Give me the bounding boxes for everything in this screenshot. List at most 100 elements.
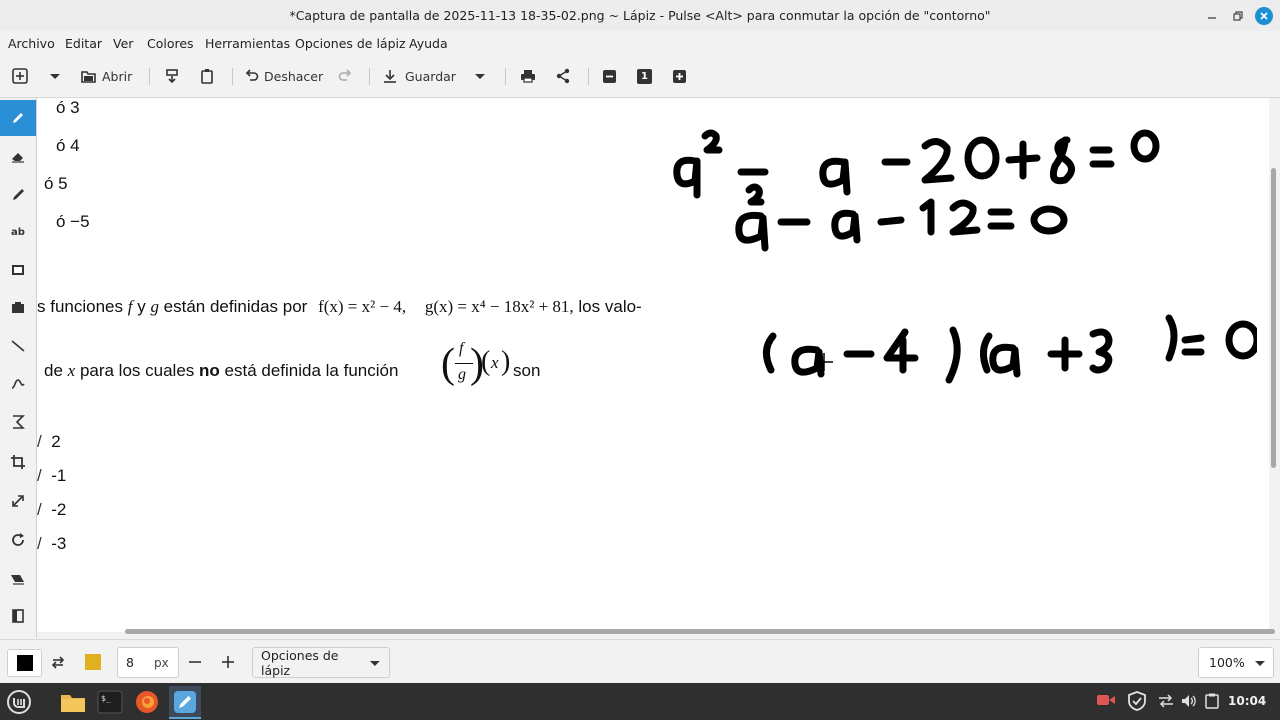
text-tool[interactable]: ab (0, 214, 36, 250)
menu-herramientas[interactable]: Herramientas (205, 36, 290, 51)
minimize-button[interactable] (1202, 6, 1222, 26)
close-button[interactable] (1255, 7, 1273, 25)
zoom-reset-button[interactable]: 1 (637, 65, 652, 87)
filters-tool[interactable] (0, 560, 36, 596)
chevron-down-icon (370, 660, 381, 666)
toolbar-separator (232, 68, 233, 85)
title-bar: *Captura de pantalla de 2025-11-13 18-35… (0, 0, 1280, 31)
secondary-color-button[interactable] (76, 649, 109, 675)
option-item: ó 5 (44, 174, 68, 193)
import-button[interactable] (164, 65, 180, 87)
open-label: Abrir (102, 68, 133, 84)
fraction-f-over-g: ( f g ) ( x ) (441, 340, 511, 387)
window-title: *Captura de pantalla de 2025-11-13 18-35… (289, 8, 991, 23)
menu-editar[interactable]: Editar (65, 36, 102, 51)
toolbar-separator (505, 68, 506, 85)
pencil-tool[interactable] (0, 100, 36, 136)
zoom-out-button[interactable] (602, 65, 617, 87)
tool-panel: ab (0, 98, 37, 638)
highlighter-tool[interactable] (0, 176, 36, 212)
firefox-app[interactable] (131, 686, 163, 717)
rect-select-tool[interactable] (0, 252, 36, 288)
horizontal-scrollbar[interactable] (37, 626, 1280, 636)
lapiz-icon (174, 690, 196, 713)
size-increase-button[interactable] (214, 649, 242, 675)
print-button[interactable] (520, 65, 536, 87)
network-icon[interactable] (1157, 693, 1175, 709)
share-button[interactable] (555, 65, 571, 87)
menu-ver[interactable]: Ver (113, 36, 133, 51)
vertical-scrollbar[interactable] (1268, 98, 1280, 628)
scrollbar-thumb[interactable] (1271, 168, 1276, 468)
maximize-button[interactable] (1228, 6, 1248, 26)
line-icon (11, 340, 25, 352)
zoom-reset-icon: 1 (637, 68, 652, 84)
clipboard-icon[interactable] (1205, 693, 1219, 709)
save-menu-button[interactable] (473, 65, 487, 87)
screen-record-icon[interactable] (1096, 693, 1116, 707)
new-menu-button[interactable] (48, 65, 62, 87)
tool-size-unit: px (154, 655, 169, 670)
shield-icon[interactable] (1127, 691, 1147, 711)
eraser-tool[interactable] (0, 138, 36, 174)
menu-colores[interactable]: Colores (147, 36, 194, 51)
tool-size-value: 8 (126, 655, 134, 670)
chevron-down-icon (475, 74, 485, 79)
print-icon (521, 70, 535, 83)
toolbar-separator (149, 68, 150, 85)
new-button[interactable] (11, 65, 29, 87)
menu-opciones-lapiz[interactable]: Opciones de lápiz (295, 36, 406, 51)
answer-item: / -3 (37, 534, 67, 553)
minimize-icon (1208, 17, 1216, 19)
lapiz-app[interactable] (169, 686, 201, 719)
eraser-icon (12, 153, 24, 163)
g-function: g(x) = x⁴ − 18x² + 81, (424, 297, 574, 316)
bottom-options-bar: 8 px Opciones de lápiz 100% (0, 639, 1280, 684)
tool-size-field[interactable]: 8 px (117, 647, 179, 678)
option-item: ó 4 (56, 136, 80, 155)
image-canvas[interactable]: ó 3 ó 4 ó 5 ó −5 s funciones f y g están… (37, 98, 1269, 632)
zoom-dropdown[interactable]: 100% (1198, 647, 1274, 678)
chevron-down-icon (1255, 660, 1265, 666)
option-item: ó 3 (56, 98, 80, 117)
zoom-in-button[interactable] (672, 65, 687, 87)
open-button[interactable]: Abrir (80, 65, 132, 87)
start-menu-button[interactable] (3, 686, 35, 717)
clock[interactable]: 10:04 (1228, 694, 1266, 708)
plus-icon (222, 656, 234, 668)
shape-tool[interactable] (0, 404, 36, 440)
clipboard-icon (201, 69, 213, 84)
undo-button[interactable]: Deshacer (243, 65, 323, 87)
zoom-out-icon (603, 69, 616, 83)
f-function: f(x) = x² − 4, (318, 297, 407, 316)
free-select-tool[interactable] (0, 290, 36, 326)
crop-tool[interactable] (0, 444, 36, 480)
paste-button[interactable] (199, 65, 215, 87)
menu-ayuda[interactable]: Ayuda (409, 36, 448, 51)
free-select-icon (12, 302, 24, 313)
toolbar: Abrir Deshacer Guardar 1 (0, 57, 1280, 98)
redo-icon (338, 69, 352, 81)
rotate-tool[interactable] (0, 522, 36, 558)
size-decrease-button[interactable] (181, 649, 209, 675)
question-line-2-suffix: son (513, 361, 541, 380)
chevron-down-icon (50, 74, 60, 79)
primary-color-button[interactable] (7, 649, 42, 677)
skew-tool[interactable] (0, 598, 36, 634)
save-button[interactable]: Guardar (382, 65, 456, 87)
terminal-app[interactable]: $_ (94, 686, 126, 717)
redo-button[interactable] (338, 65, 354, 87)
menu-archivo[interactable]: Archivo (8, 36, 55, 51)
close-icon (1260, 12, 1268, 20)
curve-tool[interactable] (0, 366, 36, 402)
files-app[interactable] (57, 686, 89, 717)
tool-options-dropdown[interactable]: Opciones de lápiz (252, 647, 390, 678)
skew-icon (12, 609, 24, 623)
exchange-colors-button[interactable] (44, 649, 72, 675)
line-tool[interactable] (0, 328, 36, 364)
scale-tool[interactable] (0, 483, 36, 519)
volume-icon[interactable] (1181, 693, 1197, 709)
swap-colors-icon (51, 656, 65, 669)
terminal-icon: $_ (97, 690, 123, 713)
scrollbar-thumb[interactable] (125, 629, 1275, 634)
